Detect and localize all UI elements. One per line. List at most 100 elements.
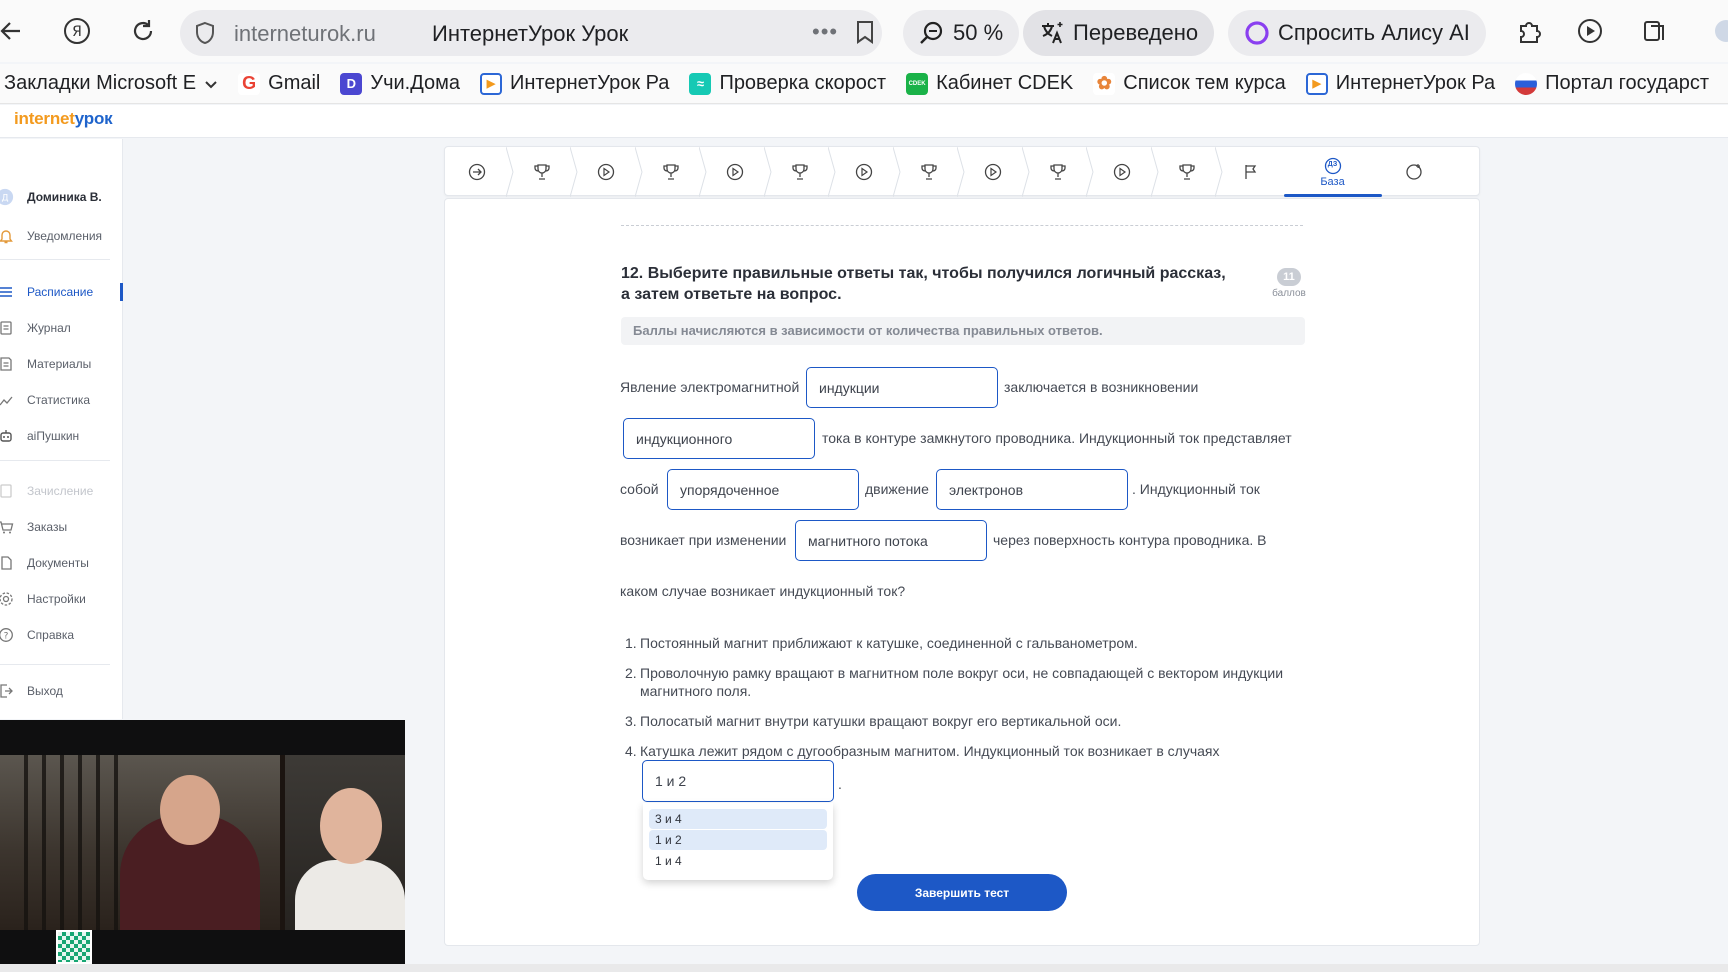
reload-icon[interactable] xyxy=(126,14,160,48)
collections-icon[interactable] xyxy=(1638,14,1672,48)
avatar: Д xyxy=(0,188,14,206)
text-fragment: каком случае возникает индукционный ток? xyxy=(620,583,906,599)
extensions-icon[interactable] xyxy=(1512,14,1546,48)
bookmark-folder[interactable]: Закладки Microsoft E xyxy=(0,72,238,95)
bookmark-uchi[interactable]: D Учи.Дома xyxy=(340,72,480,95)
bookmark-interneturok-2[interactable]: ▶ ИнтернетУрок Ра xyxy=(1305,72,1515,95)
bookmark-speedtest[interactable]: ≈ Проверка скорост xyxy=(689,72,906,95)
step-base-tab[interactable]: ДЗ База xyxy=(1283,147,1382,197)
step-7[interactable] xyxy=(832,147,901,197)
lesson-step-nav: ДЗ База xyxy=(444,146,1480,197)
step-10[interactable] xyxy=(1026,147,1094,197)
blank-input-4[interactable]: электронов xyxy=(936,469,1128,510)
sidebar-item-aipushkin[interactable]: aiПушкин xyxy=(0,425,123,447)
answer-suffix: . xyxy=(838,776,842,792)
text-fragment: через поверхность контура проводника. В xyxy=(993,532,1267,548)
trophy-icon xyxy=(662,163,680,181)
bookmark-gmail[interactable]: G Gmail xyxy=(238,72,340,95)
video-fence xyxy=(10,755,130,930)
step-1[interactable] xyxy=(445,147,514,197)
site-logo[interactable]: internetурок xyxy=(14,109,113,129)
text-fragment: тока в контуре замкнутого проводника. Ин… xyxy=(822,430,1292,446)
svg-text:Я: Я xyxy=(72,24,82,40)
step-4[interactable] xyxy=(639,147,707,197)
play-icon xyxy=(855,163,873,181)
bookmark-label: Закладки Microsoft E xyxy=(4,72,197,94)
sidebar-item-documents[interactable]: Документы xyxy=(0,552,123,574)
base-badge-text: ДЗ xyxy=(1327,160,1338,168)
list-icon xyxy=(0,283,15,301)
blank-input-2[interactable]: индукционного xyxy=(623,418,815,459)
step-15[interactable] xyxy=(1382,147,1447,197)
step-12[interactable] xyxy=(1155,147,1223,197)
question-card: 12. Выберите правильные ответы так, чтоб… xyxy=(444,198,1480,946)
sidebar: Д Доминика В. Уведомления Расписание Жур… xyxy=(0,139,123,719)
step-9[interactable] xyxy=(961,147,1030,197)
alice-button[interactable]: Спросить Алису AI xyxy=(1228,10,1486,56)
sidebar-user[interactable]: Д Доминика В. xyxy=(0,186,123,208)
shield-icon xyxy=(194,21,216,45)
bell-icon xyxy=(0,227,15,245)
chevron-down-icon xyxy=(204,77,218,91)
bookmark-label: Список тем курса xyxy=(1123,72,1286,94)
document-icon xyxy=(0,482,15,500)
sidebar-item-schedule[interactable]: Расписание xyxy=(0,281,123,303)
bookmark-label: Проверка скорост xyxy=(719,72,887,94)
sidebar-item-journal[interactable]: Журнал xyxy=(0,317,123,339)
trophy-icon xyxy=(533,163,551,181)
video-overlay[interactable] xyxy=(0,720,405,964)
finish-test-button[interactable]: Завершить тест xyxy=(857,874,1067,911)
bookmark-icon[interactable] xyxy=(855,20,875,44)
step-8[interactable] xyxy=(897,147,965,197)
dropdown-option[interactable]: 1 и 4 xyxy=(649,851,827,871)
text-fragment: Явление электромагнитной xyxy=(620,379,800,395)
svg-text:?: ? xyxy=(4,632,9,642)
trophy-icon xyxy=(1178,163,1196,181)
blank-input-5[interactable]: магнитного потока xyxy=(795,520,987,561)
translate-button[interactable]: Переведено xyxy=(1023,10,1215,56)
step-13[interactable] xyxy=(1219,147,1284,197)
dropdown-option[interactable]: 1 и 2 xyxy=(649,830,827,850)
interneturok-icon: ▶ xyxy=(480,72,502,95)
points-indicator: 11 баллов xyxy=(1269,267,1309,299)
sidebar-item-notifications[interactable]: Уведомления xyxy=(0,225,123,247)
step-5[interactable] xyxy=(703,147,772,197)
address-bar[interactable]: interneturok.ru ИнтернетУрок Урок ••• xyxy=(180,10,882,56)
bookmark-topics[interactable]: ✿ Список тем курса xyxy=(1093,72,1305,95)
sidebar-divider xyxy=(0,664,110,665)
back-arrow-icon[interactable] xyxy=(0,14,28,48)
more-icon[interactable]: ••• xyxy=(812,19,838,45)
bookmark-gosuslugi[interactable]: ● Портал государст xyxy=(1515,72,1728,95)
dropdown-option[interactable]: 3 и 4 xyxy=(649,809,827,829)
step-11[interactable] xyxy=(1090,147,1159,197)
ai-settings-icon xyxy=(1405,163,1423,181)
zoom-level: 50 % xyxy=(953,20,1004,45)
zoom-button[interactable]: 50 % xyxy=(903,10,1020,56)
points-badge: 11 xyxy=(1277,268,1301,286)
blank-input-3[interactable]: упорядоченное xyxy=(667,469,859,510)
bookmark-label: Кабинет CDEK xyxy=(936,72,1074,94)
bookmark-cdek[interactable]: CDEK Кабинет CDEK xyxy=(906,72,1093,95)
step-3[interactable] xyxy=(574,147,643,197)
svg-text:Д: Д xyxy=(1,194,8,204)
trophy-icon xyxy=(791,163,809,181)
bookmark-interneturok-1[interactable]: ▶ ИнтернетУрок Ра xyxy=(480,72,689,95)
taskbar-edge xyxy=(0,964,1728,972)
bookmark-label: Учи.Дома xyxy=(370,72,460,94)
homework-icon: ДЗ xyxy=(1324,157,1342,175)
site-header: internetурок xyxy=(0,105,1728,138)
sidebar-item-materials[interactable]: Материалы xyxy=(0,353,123,375)
answer-select[interactable]: 1 и 2 xyxy=(642,760,834,802)
sidebar-item-orders[interactable]: Заказы xyxy=(0,516,123,538)
blank-input-1[interactable]: индукции xyxy=(806,367,998,408)
sidebar-item-help[interactable]: ? Справка xyxy=(0,624,123,646)
sidebar-item-logout[interactable]: Выход xyxy=(0,680,123,702)
sidebar-item-statistics[interactable]: Статистика xyxy=(0,389,123,411)
yandex-icon[interactable]: Я xyxy=(60,14,94,48)
media-icon[interactable] xyxy=(1574,14,1608,48)
step-6[interactable] xyxy=(768,147,836,197)
profile-icon[interactable] xyxy=(1706,14,1728,48)
sidebar-item-settings[interactable]: Настройки xyxy=(0,588,123,610)
step-2[interactable] xyxy=(510,147,578,197)
flag-icon xyxy=(1242,163,1260,181)
